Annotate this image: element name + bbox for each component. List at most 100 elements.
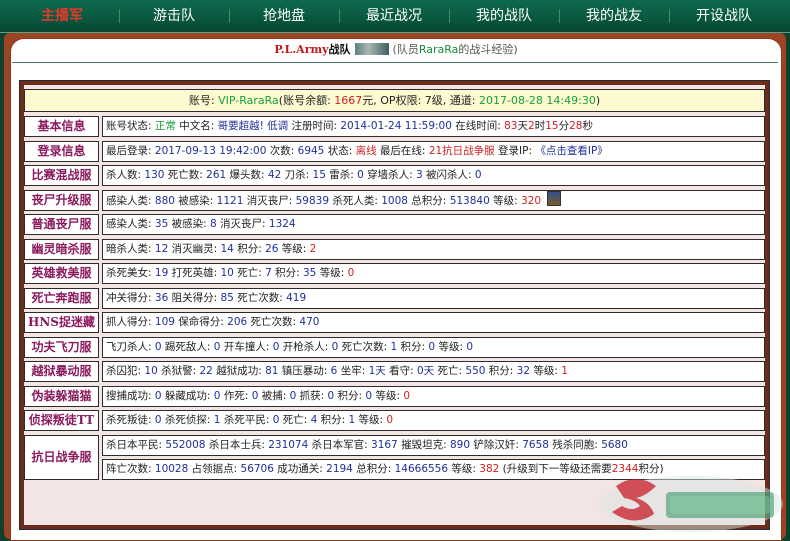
stat-text: 在线时间:: [451, 120, 505, 132]
stat-text: 积分:: [485, 365, 517, 377]
stat-text: 杀死叛徒:: [106, 414, 155, 426]
stat-text: 抓人得分:: [106, 316, 155, 328]
stat-text: 2017-09-13 19:42:00: [154, 144, 267, 157]
stat-text: 10028: [154, 462, 189, 475]
stat-text: 最后在线:: [376, 144, 429, 157]
stat-text: 10: [220, 267, 234, 279]
nav-item-2[interactable]: 游击队: [129, 0, 219, 32]
stat-text: 15: [312, 169, 326, 181]
stat-text: 积分:: [271, 267, 303, 279]
balance-label: (账号余额:: [278, 94, 335, 107]
stat-text: 最后登录:: [106, 144, 155, 157]
stat-text: 杀死人类:: [329, 194, 382, 207]
stat-text: 看守:: [385, 365, 417, 377]
stat-text: 231074: [268, 438, 309, 451]
team-name[interactable]: P.L.Army: [274, 43, 328, 56]
stat-text: 摧毁坦克:: [397, 438, 450, 451]
stat-text: 513840: [449, 194, 490, 207]
rank-badge-icon: [547, 190, 562, 206]
stat-text: 分: [558, 120, 570, 132]
stat-text: 15: [545, 120, 559, 132]
stat-text: 杀人数:: [106, 169, 145, 181]
stat-text: 22: [199, 365, 213, 377]
nav-item-7[interactable]: 开设战队: [679, 0, 769, 32]
stat-text: 382: [479, 462, 500, 475]
stat-text: 0: [154, 389, 162, 402]
stat-text: 死亡次数:: [338, 340, 391, 353]
stat-text: 雷杀:: [325, 169, 358, 181]
stat-text: 杀狱警:: [157, 365, 200, 377]
stat-text: 890: [449, 438, 471, 451]
stat-text: 0: [357, 169, 364, 181]
stat-text: 时: [534, 120, 546, 132]
stat-text: 0: [466, 340, 474, 353]
stat-text: 注册时间:: [288, 120, 341, 132]
row-label: HNS捉迷藏: [24, 312, 99, 333]
stat-text: 81: [265, 365, 279, 377]
row-content: 杀死美女: 19 打死英雄: 10 死亡: 7 积分: 35 等级: 0: [102, 263, 765, 284]
stat-text: 感染人类:: [106, 194, 155, 207]
stat-text: 杀日本军官:: [308, 438, 372, 451]
stat-text: 铲除汉奸:: [470, 438, 523, 451]
stat-text: 次数:: [266, 144, 298, 157]
stat-text: 320: [521, 194, 542, 207]
site-watermark-logo: [599, 476, 783, 532]
row-label: 比赛混战服: [24, 165, 99, 186]
table-row: 死亡奔跑服 冲关得分: 36 阻关得分: 85 死亡次数: 419: [24, 287, 765, 309]
stat-text: 踢死敌人:: [161, 340, 214, 353]
stat-text: 开车撞人:: [220, 340, 273, 353]
table-row: HNS捉迷藏 抓人得分: 109 保命得分: 206 死亡次数: 470: [24, 312, 765, 333]
stat-text: 10: [144, 365, 158, 377]
table-row: 功夫飞刀服 飞刀杀人: 0 踢死敌人: 0 开车撞人: 0 开枪杀人: 0 死亡次…: [24, 336, 765, 358]
stat-text: 35: [302, 267, 317, 279]
nav-separator: [119, 9, 120, 23]
stat-text: 35: [154, 218, 169, 230]
row-content: 账号状态: 正常 中文名: 哥要超越! 低调 注册时间: 2014-01-24 …: [102, 116, 765, 137]
nav-separator: [669, 9, 670, 23]
stat-text[interactable]: 《点击查看IP》: [535, 145, 607, 157]
stat-text: 暗杀人类:: [106, 242, 155, 255]
nav-item-1[interactable]: 主播军: [17, 0, 107, 32]
stat-text: 552008: [165, 438, 206, 451]
stat-text: 杀死美女:: [106, 267, 155, 279]
stat-text: 85: [220, 291, 234, 304]
stat-text: 等级:: [448, 462, 480, 475]
stat-text: 42: [267, 169, 282, 181]
stat-text: 杀日本士兵:: [205, 438, 269, 451]
stat-text: 消灭丧尸:: [243, 194, 296, 207]
stat-text: 0: [347, 267, 355, 279]
team-emblem-icon: [354, 43, 389, 55]
stat-text: 躲藏成功:: [161, 389, 214, 402]
stat-text: 积分:: [233, 242, 266, 255]
row-label: 抗日战争服: [24, 434, 99, 480]
row-content: 暗杀人类: 12 消灭幽灵: 14 积分: 26 等级: 2: [102, 238, 765, 260]
nav-separator: [449, 9, 450, 23]
stat-text: 7658: [522, 438, 549, 451]
row-content: 杀人数: 130 死亡数: 261 爆头数: 42 刀杀: 15 雷杀: 0 穿…: [102, 165, 765, 186]
nav-item-3[interactable]: 抢地盘: [239, 0, 329, 32]
nav-item-6[interactable]: 我的战友: [569, 0, 659, 32]
stat-text: 7: [265, 267, 272, 279]
stat-text: 阵亡次数:: [106, 462, 155, 475]
stat-text: 0: [403, 389, 411, 402]
nav-item-4[interactable]: 最近战况: [349, 0, 439, 32]
stat-text: 470: [299, 316, 320, 328]
row-content: 抓人得分: 109 保命得分: 206 死亡次数: 470: [102, 312, 765, 333]
stat-text: 19: [154, 267, 169, 279]
stat-text: 130: [144, 169, 165, 181]
channel-datetime: 2017-08-28 14:49:30: [478, 94, 596, 107]
stat-text: 1天: [368, 365, 386, 377]
stat-text: 8: [209, 218, 217, 230]
stat-text: 死亡:: [233, 267, 266, 279]
nav-item-5[interactable]: 我的战队: [459, 0, 549, 32]
stat-text: 积分:: [317, 414, 349, 426]
stat-text: 正常: [154, 120, 176, 132]
stat-text: 2194: [326, 462, 353, 475]
nav-separator: [339, 9, 340, 23]
stat-text: 0天: [416, 365, 435, 377]
balance-value: 1667: [334, 94, 363, 107]
row-label: 幽灵暗杀服: [24, 238, 99, 260]
account-summary: 账号: VIP-RaraRa(账号余额: 1667元, OP权限: 7级, 通道…: [24, 89, 765, 112]
stat-text: 被感染:: [174, 194, 217, 207]
stat-text: 杀死平民:: [220, 414, 273, 426]
